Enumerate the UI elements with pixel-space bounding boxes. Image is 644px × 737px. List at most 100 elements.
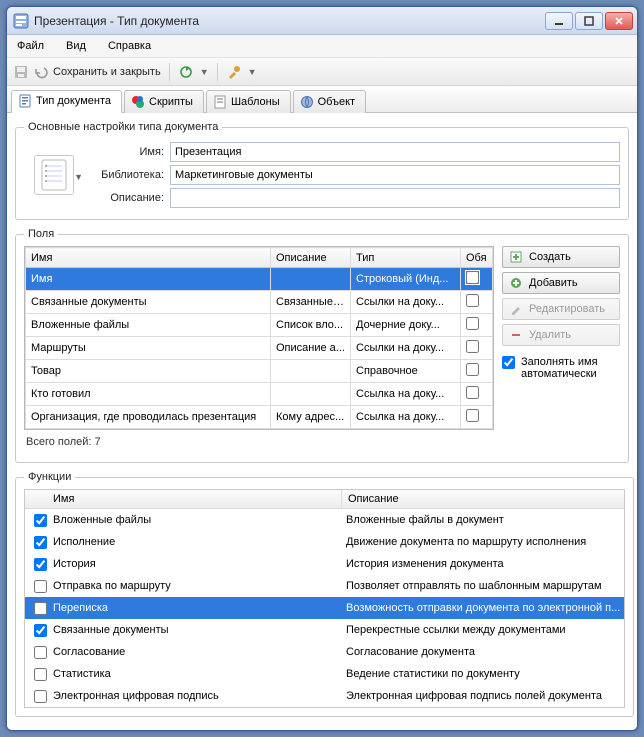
required-checkbox[interactable] <box>466 294 479 307</box>
cell-type: Ссылки на доку... <box>351 291 461 314</box>
function-checkbox[interactable] <box>34 514 47 527</box>
tab-scripts-label: Скрипты <box>149 96 193 108</box>
list-item[interactable]: Электронная цифровая подписьЭлектронная … <box>25 685 624 707</box>
table-row[interactable]: Организация, где проводилась презентация… <box>26 406 493 429</box>
cell-type: Дочерние доку... <box>351 314 461 337</box>
function-checkbox[interactable] <box>34 668 47 681</box>
menu-file[interactable]: Файл <box>13 38 48 54</box>
required-checkbox[interactable] <box>466 340 479 353</box>
list-item[interactable]: ИсторияИстория изменения документа <box>25 553 624 575</box>
fields-table[interactable]: Имя Описание Тип Обя ИмяСтроковый (Инд..… <box>24 246 494 430</box>
doc-icon-picker[interactable]: ▼ <box>34 155 74 195</box>
list-item[interactable]: Вложенные файлыВложенные файлы в докумен… <box>25 509 624 531</box>
add-icon <box>509 276 523 290</box>
list-item[interactable]: СтатистикаВедение статистики по документ… <box>25 663 624 685</box>
function-checkbox[interactable] <box>34 690 47 703</box>
col-required[interactable]: Обя <box>461 248 493 268</box>
cell-desc <box>271 360 351 383</box>
list-item[interactable]: ИсполнениеДвижение документа по маршруту… <box>25 531 624 553</box>
cell-name: Маршруты <box>26 337 271 360</box>
functions-list[interactable]: Вложенные файлыВложенные файлы в докумен… <box>24 508 625 708</box>
cell-desc <box>271 268 351 291</box>
autoname-checkbox[interactable] <box>502 356 515 369</box>
cell-desc <box>271 383 351 406</box>
function-name: Отправка по маршруту <box>51 580 346 592</box>
tab-templates[interactable]: Шаблоны <box>206 90 291 113</box>
cell-desc: Кому адрес... <box>271 406 351 429</box>
function-desc: История изменения документа <box>346 558 620 570</box>
table-row[interactable]: МаршрутыОписание а...Ссылки на доку... <box>26 337 493 360</box>
add-button-label: Добавить <box>529 277 578 289</box>
menu-view[interactable]: Вид <box>62 38 90 54</box>
function-desc: Возможность отправки документа по электр… <box>346 602 620 614</box>
function-checkbox[interactable] <box>34 624 47 637</box>
required-checkbox[interactable] <box>466 271 479 284</box>
functions-header: Имя Описание <box>24 489 625 508</box>
templates-icon <box>213 95 227 109</box>
tab-scripts[interactable]: Скрипты <box>124 90 204 113</box>
close-icon <box>614 16 624 26</box>
library-field[interactable] <box>170 165 620 185</box>
table-row[interactable]: ИмяСтроковый (Инд... <box>26 268 493 291</box>
create-button-label: Создать <box>529 251 571 263</box>
refresh-icon[interactable] <box>178 64 194 80</box>
autoname-option[interactable]: Заполнять имя автоматически <box>502 356 620 380</box>
list-item[interactable]: СогласованиеСогласование документа <box>25 641 624 663</box>
cell-required <box>461 314 493 337</box>
cell-required <box>461 291 493 314</box>
col-name[interactable]: Имя <box>26 248 271 268</box>
col-desc[interactable]: Описание <box>271 248 351 268</box>
function-checkbox[interactable] <box>34 558 47 571</box>
chevron-down-icon[interactable]: ▼ <box>200 67 209 77</box>
func-col-desc[interactable]: Описание <box>342 490 624 508</box>
minimize-button[interactable] <box>545 12 573 30</box>
save-close-button[interactable]: Сохранить и закрыть <box>53 66 161 78</box>
function-name: Исполнение <box>51 536 346 548</box>
titlebar[interactable]: Презентация - Тип документа <box>7 7 637 35</box>
list-item[interactable]: Связанные документыПерекрестные ссылки м… <box>25 619 624 641</box>
table-row[interactable]: Связанные документыСвязанные ...Ссылки н… <box>26 291 493 314</box>
tab-templates-label: Шаблоны <box>231 96 280 108</box>
tools-icon[interactable] <box>226 64 242 80</box>
required-checkbox[interactable] <box>466 409 479 422</box>
tab-doc-type[interactable]: Тип документа <box>11 90 122 113</box>
table-row[interactable]: Кто готовилСсылка на доку... <box>26 383 493 406</box>
minimize-icon <box>554 16 564 26</box>
list-item[interactable]: Отправка по маршрутуПозволяет отправлять… <box>25 575 624 597</box>
required-checkbox[interactable] <box>466 363 479 376</box>
tab-doc-type-label: Тип документа <box>36 95 111 107</box>
functions-group: Функции Имя Описание Вложенные файлыВлож… <box>15 471 634 717</box>
cell-required <box>461 337 493 360</box>
undo-icon[interactable] <box>33 64 49 80</box>
create-button[interactable]: Создать <box>502 246 620 268</box>
function-desc: Перекрестные ссылки между документами <box>346 624 620 636</box>
close-button[interactable] <box>605 12 633 30</box>
table-row[interactable]: ТоварСправочное <box>26 360 493 383</box>
tab-body: Основные настройки типа документа ▼ Имя: <box>7 113 637 730</box>
chevron-down-icon[interactable]: ▼ <box>248 67 257 77</box>
name-field[interactable] <box>170 142 620 162</box>
edit-button-label: Редактировать <box>529 303 605 315</box>
menu-help[interactable]: Справка <box>104 38 155 54</box>
delete-button-label: Удалить <box>529 329 571 341</box>
save-icon[interactable] <box>13 64 29 80</box>
description-field[interactable] <box>170 188 620 208</box>
function-checkbox[interactable] <box>34 580 47 593</box>
tab-object[interactable]: Объект <box>293 90 366 113</box>
function-checkbox[interactable] <box>34 646 47 659</box>
list-item[interactable]: ПерепискаВозможность отправки документа … <box>25 597 624 619</box>
required-checkbox[interactable] <box>466 386 479 399</box>
maximize-button[interactable] <box>575 12 603 30</box>
edit-button[interactable]: Редактировать <box>502 298 620 320</box>
add-button[interactable]: Добавить <box>502 272 620 294</box>
required-checkbox[interactable] <box>466 317 479 330</box>
function-checkbox[interactable] <box>34 536 47 549</box>
function-desc: Движение документа по маршруту исполнени… <box>346 536 620 548</box>
delete-button[interactable]: Удалить <box>502 324 620 346</box>
table-row[interactable]: Вложенные файлыСписок вло...Дочерние док… <box>26 314 493 337</box>
function-checkbox[interactable] <box>34 602 47 615</box>
function-desc: Вложенные файлы в документ <box>346 514 620 526</box>
func-col-name[interactable]: Имя <box>47 490 342 508</box>
app-window: Презентация - Тип документа Файл Вид Спр… <box>6 6 638 731</box>
col-type[interactable]: Тип <box>351 248 461 268</box>
